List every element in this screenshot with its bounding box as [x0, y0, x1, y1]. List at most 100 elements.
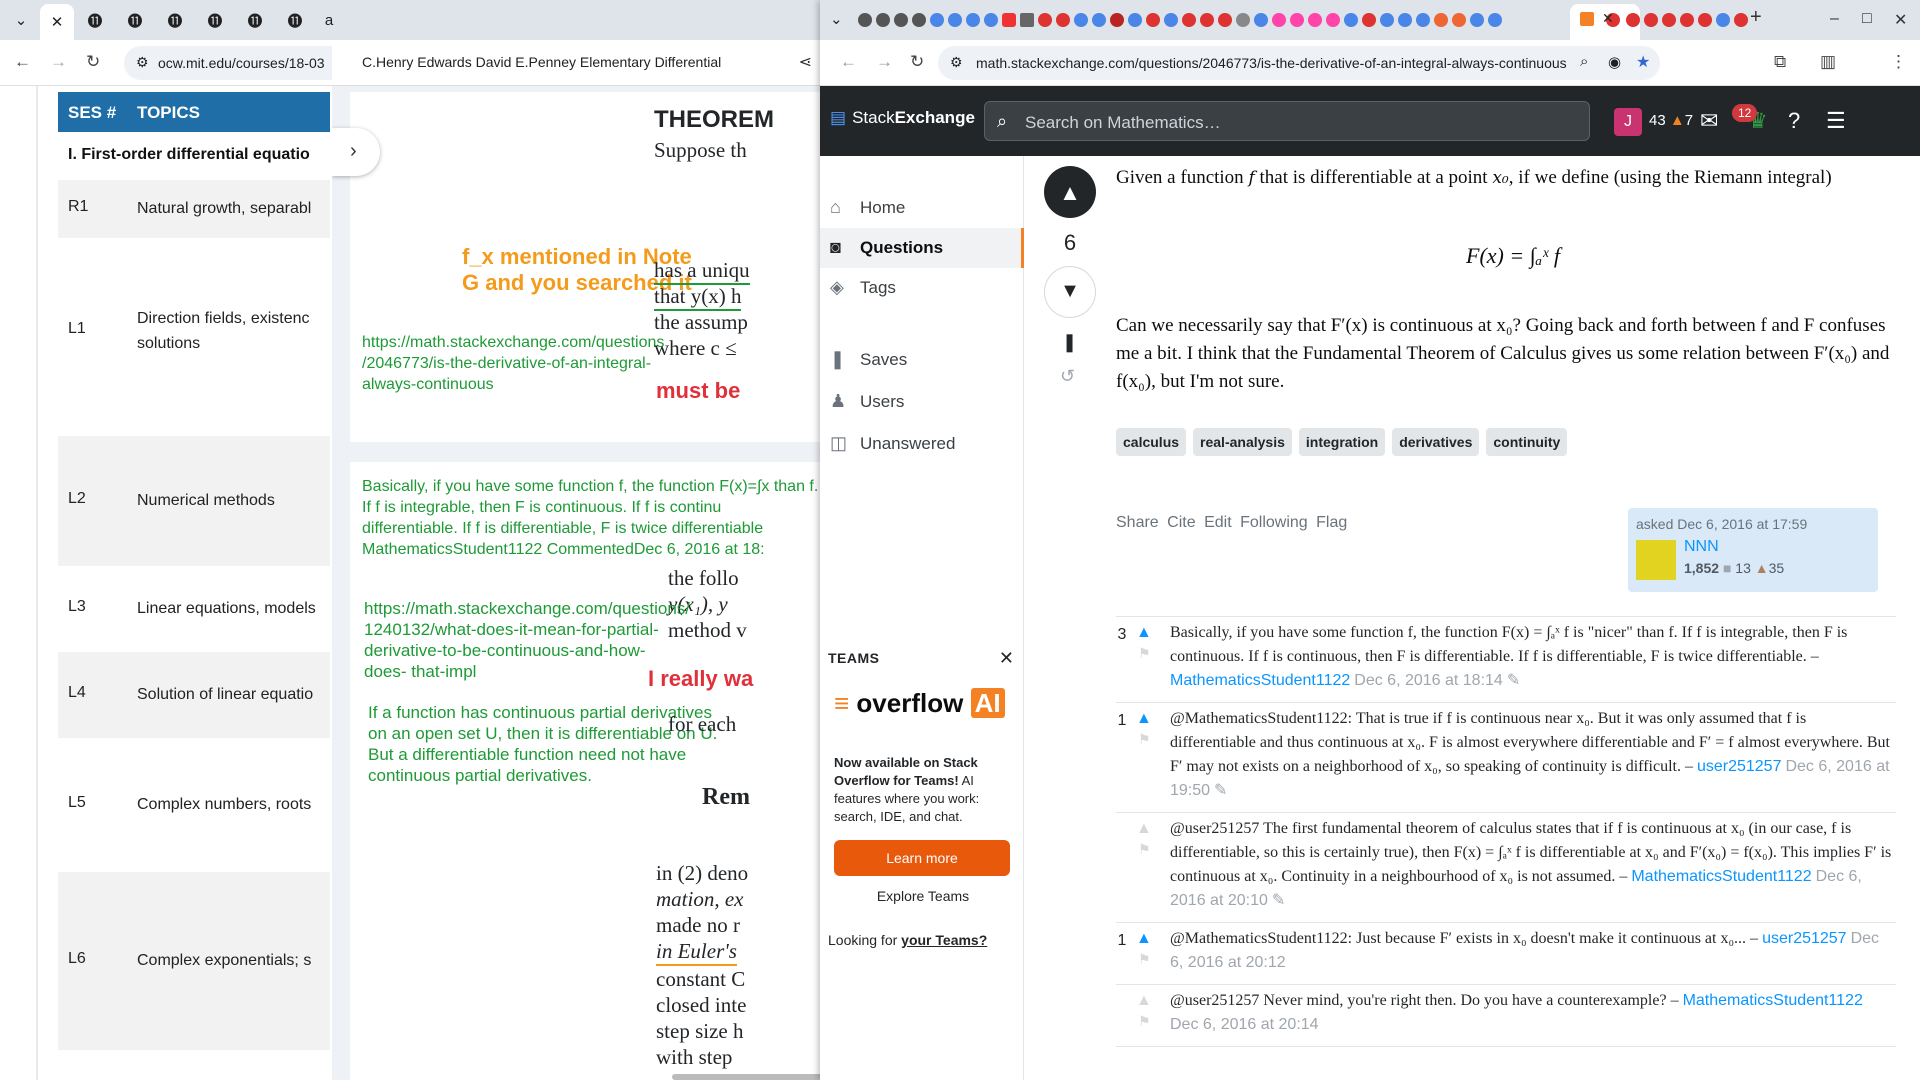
tab-google-icon[interactable] — [1398, 13, 1412, 27]
zoom-icon[interactable]: ⌕ — [1580, 53, 1588, 70]
annotation-link[interactable]: https://math.stackexchange.com/questions… — [362, 332, 664, 395]
tab-wikipedia-icon[interactable] — [1020, 13, 1034, 27]
extensions-icon[interactable]: ⧉ — [1774, 52, 1786, 72]
tag-real-analysis[interactable]: real-analysis — [1193, 428, 1292, 456]
tab-google-icon[interactable] — [966, 13, 980, 27]
nav-tags[interactable]: ◈ Tags — [820, 268, 1024, 308]
tab-favicon-icon[interactable] — [1326, 13, 1340, 27]
menu-kebab-icon[interactable]: ⋮ — [1890, 52, 1907, 72]
nav-users[interactable]: ♟ Users — [820, 382, 1024, 422]
comment-flag-icon[interactable]: ⚑ — [1138, 1011, 1151, 1035]
forward-icon[interactable]: → — [50, 52, 67, 72]
comment-user-link[interactable]: MathematicsStudent1122 — [1683, 992, 1863, 1009]
comment-upvote-icon[interactable]: ▲ — [1136, 989, 1152, 1013]
comment-user-link[interactable]: MathematicsStudent1122 — [1170, 672, 1350, 689]
comment-upvote-icon[interactable]: ▲ — [1136, 621, 1152, 645]
tab-favicon-icon[interactable] — [1272, 13, 1286, 27]
tab-google-icon[interactable] — [1488, 13, 1502, 27]
annotation-link[interactable]: https://math.stackexchange.com/questions… — [364, 598, 690, 682]
comment-date[interactable]: Dec 6, 2016 at 20:14 — [1170, 1016, 1319, 1033]
edit-pencil-icon[interactable]: ✎ — [1507, 672, 1520, 689]
share-icon[interactable]: ⋖ — [799, 52, 812, 72]
tab-close-label[interactable]: ✕ — [51, 13, 64, 31]
tab-favicon-icon[interactable] — [1056, 13, 1070, 27]
tab-favicon-icon[interactable] — [1452, 13, 1466, 27]
reload-icon[interactable]: ↻ — [910, 52, 924, 72]
tab-google-icon[interactable] — [1344, 13, 1358, 27]
bookmark-icon[interactable]: ❚ — [1062, 332, 1077, 353]
tab-search-dropdown-icon[interactable]: ⌄ — [830, 10, 843, 28]
mit-scrollbar[interactable] — [36, 86, 38, 1080]
tab-google-icon[interactable] — [1074, 13, 1088, 27]
downvote-button[interactable]: ▼ — [1044, 266, 1096, 318]
tag-continuity[interactable]: continuity — [1486, 428, 1568, 456]
tab-favicon-icon[interactable] — [1734, 13, 1748, 27]
tab-favicon-icon[interactable] — [1644, 13, 1658, 27]
tab-favicon-icon[interactable] — [1182, 13, 1196, 27]
edit-pencil-icon[interactable]: ✎ — [1272, 892, 1285, 909]
tab-favicon-icon[interactable]: ⓫ — [278, 6, 312, 34]
following-link[interactable]: Following — [1240, 514, 1308, 531]
tab-close-icon[interactable]: ✕ — [40, 4, 74, 40]
edit-link[interactable]: Edit — [1204, 514, 1232, 531]
tab-favicon-icon[interactable]: ⓫ — [118, 6, 152, 34]
reading-mode-icon[interactable]: ▥ — [1820, 52, 1836, 72]
back-icon[interactable]: ← — [14, 52, 31, 72]
nav-unanswered[interactable]: ◫ Unanswered — [820, 424, 1024, 464]
edit-pencil-icon[interactable]: ✎ — [1214, 782, 1227, 799]
horizontal-scrollbar[interactable] — [672, 1074, 820, 1080]
comment-upvote-icon[interactable]: ▲ — [1136, 707, 1152, 731]
new-tab-button[interactable]: + — [1750, 6, 1762, 29]
tab-favicon-icon[interactable] — [1308, 13, 1322, 27]
tab-google-icon[interactable] — [1254, 13, 1268, 27]
cite-link[interactable]: Cite — [1167, 514, 1195, 531]
close-icon[interactable]: ✕ — [999, 648, 1014, 669]
site-info-icon[interactable]: ⚙ — [950, 54, 963, 71]
tab-favicon-icon[interactable]: ⓫ — [78, 6, 112, 34]
tab-amazon-icon[interactable]: a — [312, 6, 346, 34]
tab-favicon-icon[interactable]: ⓫ — [238, 6, 272, 34]
help-icon[interactable]: ? — [1788, 108, 1800, 134]
comment-flag-icon[interactable]: ⚑ — [1138, 839, 1151, 863]
site-switcher-icon[interactable]: ☰ — [1826, 108, 1846, 134]
tab-favicon-icon[interactable] — [1146, 13, 1160, 27]
tab-favicon-icon[interactable]: ⓫ — [198, 6, 232, 34]
reload-icon[interactable]: ↻ — [86, 52, 100, 72]
user-avatar[interactable]: J — [1614, 108, 1642, 136]
comment-user-link[interactable]: user251257 — [1762, 930, 1847, 947]
your-teams-link[interactable]: your Teams? — [901, 932, 987, 948]
inbox-icon[interactable]: ✉ — [1700, 108, 1718, 134]
tab-favicon-icon[interactable] — [1680, 13, 1694, 27]
learn-more-button[interactable]: Learn more — [834, 840, 1010, 876]
tab-close-icon[interactable]: ✕ — [1602, 10, 1614, 27]
tab-google-icon[interactable] — [948, 13, 962, 27]
history-icon[interactable]: ↺ — [1060, 366, 1075, 387]
tab-favicon-icon[interactable] — [1626, 13, 1640, 27]
tab-google-icon[interactable] — [1164, 13, 1178, 27]
tab-google-icon[interactable] — [1092, 13, 1106, 27]
eye-off-icon[interactable]: ◉ — [1608, 53, 1621, 71]
comment-flag-icon[interactable]: ⚑ — [1138, 643, 1151, 667]
site-info-icon[interactable]: ⚙ — [136, 54, 149, 71]
tab-google-icon[interactable] — [1128, 13, 1142, 27]
tab-favicon-icon[interactable]: ⓫ — [158, 6, 192, 34]
tab-google-icon[interactable] — [930, 13, 944, 27]
tab-google-icon[interactable] — [1716, 13, 1730, 27]
maximize-icon[interactable]: □ — [1862, 10, 1872, 28]
tab-favicon-icon[interactable] — [876, 13, 890, 27]
tag-calculus[interactable]: calculus — [1116, 428, 1187, 456]
tab-google-icon[interactable] — [1416, 13, 1430, 27]
tab-google-icon[interactable] — [1380, 13, 1394, 27]
tab-google-icon[interactable] — [1470, 13, 1484, 27]
tag-derivatives[interactable]: derivatives — [1392, 428, 1480, 456]
tab-favicon-icon[interactable] — [1236, 13, 1250, 27]
nav-questions[interactable]: ◙ Questions — [820, 228, 1024, 268]
comment-flag-icon[interactable]: ⚑ — [1138, 729, 1151, 753]
tab-favicon-icon[interactable] — [1038, 13, 1052, 27]
tab-favicon-icon[interactable] — [1290, 13, 1304, 27]
minimize-icon[interactable]: – — [1830, 10, 1839, 28]
tab-favicon-icon[interactable] — [894, 13, 908, 27]
flag-link[interactable]: Flag — [1316, 514, 1347, 531]
tab-favicon-icon[interactable] — [1698, 13, 1712, 27]
nav-saves[interactable]: ❚ Saves — [820, 340, 1024, 380]
